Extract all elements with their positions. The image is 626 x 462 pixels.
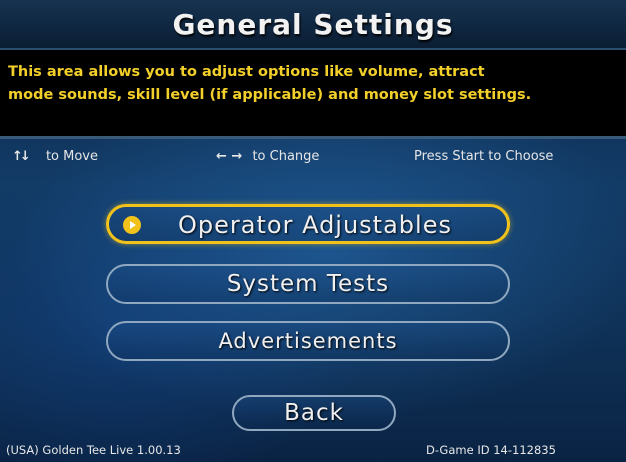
choose-hint-label: Press Start to Choose	[414, 149, 554, 164]
page-title: General Settings	[172, 8, 454, 41]
move-hint-label: to Move	[45, 149, 98, 164]
advertisements-label: Advertisements	[218, 329, 398, 353]
left-right-arrows-icon: ← →	[216, 149, 243, 164]
change-hint-label: to Change	[252, 149, 320, 164]
system-tests-button[interactable]: System Tests	[106, 264, 510, 304]
settings-screen: General Settings This area allows you to…	[0, 0, 626, 462]
system-tests-label: System Tests	[226, 271, 390, 297]
back-button[interactable]: Back	[232, 395, 396, 431]
operator-adjustables-button[interactable]: Operator Adjustables	[106, 204, 510, 244]
footer-bar: (USA) Golden Tee Live 1.00.13 D-Game ID …	[0, 440, 626, 462]
operator-adjustables-label: Operator Adjustables	[178, 211, 452, 239]
selection-arrow-icon	[123, 216, 141, 234]
description-line-2: mode sounds, skill level (if applicable)…	[8, 87, 532, 103]
controls-hint-bar: ↑↓ to Move ← → to Change Press Start to …	[0, 143, 626, 173]
game-id-text: D-Game ID 14-112835	[426, 443, 556, 457]
version-text: (USA) Golden Tee Live 1.00.13	[6, 443, 181, 457]
change-hint: ← → to Change	[216, 149, 319, 164]
description-panel: This area allows you to adjust options l…	[0, 50, 626, 139]
move-hint: ↑↓ to Move	[12, 149, 98, 164]
back-label: Back	[284, 400, 344, 426]
advertisements-button[interactable]: Advertisements	[106, 321, 510, 361]
description-line-1: This area allows you to adjust options l…	[8, 64, 485, 80]
header-bar: General Settings	[0, 0, 626, 50]
up-down-arrows-icon: ↑↓	[12, 149, 31, 164]
